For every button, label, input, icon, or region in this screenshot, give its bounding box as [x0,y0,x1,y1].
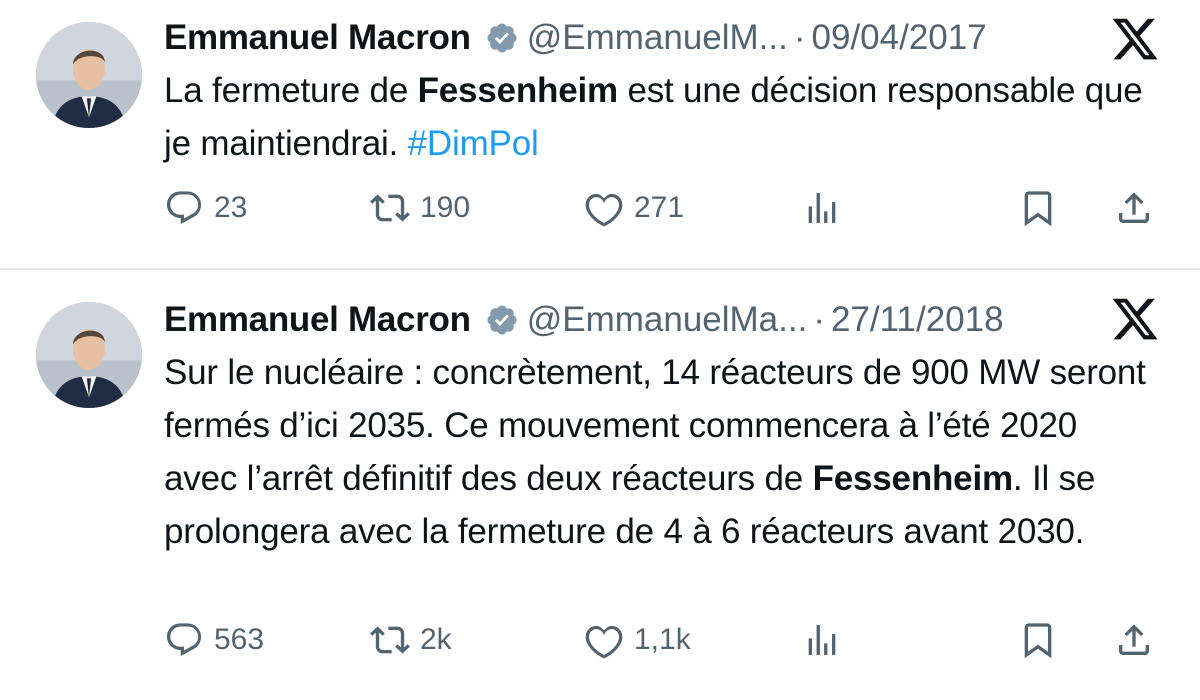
share-icon [1119,192,1149,223]
like-button[interactable]: 271 [584,186,684,230]
avatar[interactable] [36,302,142,408]
retweet-icon [370,626,410,654]
views-icon [808,193,836,223]
avatar-image [36,302,142,408]
views-button[interactable] [802,618,842,662]
author-handle[interactable]: @EmmanuelM... [527,18,788,58]
author-name[interactable]: Emmanuel Macron [164,300,471,340]
x-logo-icon [1110,294,1160,344]
tweet-text: La fermeture de Fessenheim est une décis… [164,64,1154,170]
author-handle[interactable]: @EmmanuelMa... [527,300,808,340]
hashtag-link[interactable]: #DimPol [408,124,539,163]
like-icon [585,625,623,659]
retweet-button[interactable]: 190 [370,186,470,230]
retweet-count: 2k [420,623,452,656]
tweet-header: Emmanuel Macron @EmmanuelM... · 09/04/20… [164,14,987,62]
author-name[interactable]: Emmanuel Macron [164,18,471,58]
action-bar: 563 2k 1,1k [164,618,1160,662]
reply-icon [166,623,202,657]
reply-button[interactable]: 23 [164,186,247,230]
retweet-count: 190 [420,191,471,224]
retweet-icon [370,194,410,222]
bookmark-button[interactable] [1018,186,1058,230]
share-button[interactable] [1114,618,1154,662]
tweet-card[interactable]: Emmanuel Macron @EmmanuelMa... · 27/11/2… [0,270,1200,700]
tweet-text: Sur le nucléaire : concrètement, 14 réac… [164,346,1154,558]
tweet-date[interactable]: 27/11/2018 [831,300,1004,340]
like-count: 1,1k [634,623,691,656]
verified-badge-icon [485,303,519,337]
views-button[interactable] [802,186,842,230]
reply-icon [166,191,202,225]
bookmark-icon [1024,623,1052,659]
separator-dot: · [793,18,806,57]
like-count: 271 [634,191,685,224]
like-icon [585,193,623,227]
reply-count: 23 [214,191,248,224]
views-icon [808,625,836,655]
tweet-text-bold: Fessenheim [417,71,619,110]
avatar[interactable] [36,22,142,128]
tweet-header: Emmanuel Macron @EmmanuelMa... · 27/11/2… [164,296,1004,344]
verified-badge-icon [485,21,519,55]
tweet-card[interactable]: Emmanuel Macron @EmmanuelM... · 09/04/20… [0,0,1200,268]
separator-dot: · [813,300,825,339]
share-icon [1119,624,1149,655]
retweet-button[interactable]: 2k [370,618,452,662]
reply-button[interactable]: 563 [164,618,264,662]
bookmark-icon [1024,191,1052,227]
reply-count: 563 [214,623,265,656]
tweet-text-part: La fermeture de [164,71,418,110]
bookmark-button[interactable] [1018,618,1058,662]
avatar-image [36,22,142,128]
x-logo-icon [1110,14,1160,64]
like-button[interactable]: 1,1k [584,618,691,662]
share-button[interactable] [1114,186,1154,230]
tweet-text-bold: Fessenheim [812,459,1014,498]
action-bar: 23 190 271 [164,186,1160,230]
tweet-date[interactable]: 09/04/2017 [812,18,987,58]
